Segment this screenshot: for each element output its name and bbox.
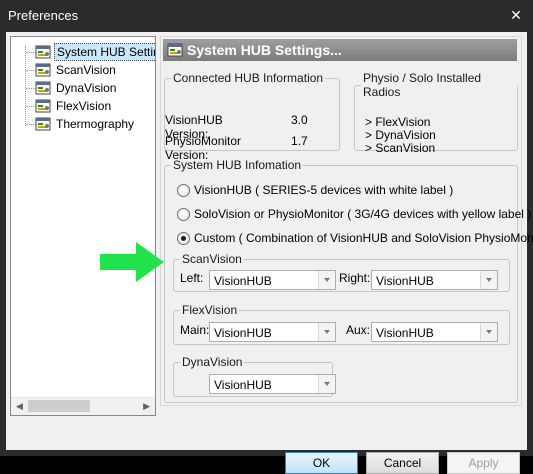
select-value: VisionHUB xyxy=(214,274,272,288)
tree-item-label: Thermography xyxy=(56,117,135,131)
tree-item-label: FlexVision xyxy=(56,99,112,113)
scanvision-group: ScanVision Left: VisionHUB Right: Vision… xyxy=(173,252,510,292)
chevron-down-icon[interactable] xyxy=(318,323,335,341)
scanvision-right-select[interactable]: VisionHUB xyxy=(371,270,498,290)
panel-title: System HUB Settings... xyxy=(187,42,342,58)
installed-radio-item: > DynaVision xyxy=(365,128,436,142)
settings-node-icon xyxy=(35,81,51,95)
flexvision-main-select[interactable]: VisionHUB xyxy=(209,322,336,342)
select-value: VisionHUB xyxy=(214,378,272,392)
ok-button[interactable]: OK xyxy=(285,452,358,474)
window-title: Preferences xyxy=(8,8,79,23)
chevron-down-icon[interactable] xyxy=(480,323,497,341)
flexvision-main-label: Main: xyxy=(180,323,210,337)
group-legend: Connected HUB Information xyxy=(173,71,324,85)
settings-panel: System HUB Settings... Connected HUB Inf… xyxy=(160,36,533,406)
chevron-down-icon[interactable] xyxy=(480,271,497,289)
group-legend: ScanVision xyxy=(182,252,242,266)
settings-node-icon xyxy=(167,43,183,57)
dynavision-select[interactable]: VisionHUB xyxy=(209,374,336,394)
tree-item-label: System HUB Settings xyxy=(54,43,155,61)
close-icon[interactable]: ✕ xyxy=(507,6,525,24)
physiomonitor-version-value: 1.7 xyxy=(291,134,308,148)
panel-header: System HUB Settings... xyxy=(163,39,517,61)
connected-hub-group: Connected HUB Information VisionHUB Vers… xyxy=(164,71,340,162)
group-legend: FlexVision xyxy=(182,303,238,317)
radio-label: SoloVision or PhysioMonitor ( 3G/4G devi… xyxy=(194,207,532,221)
chevron-down-icon[interactable] xyxy=(318,271,335,289)
green-arrow-icon xyxy=(100,242,164,282)
radio-selected-dot xyxy=(181,236,186,241)
select-value: VisionHUB xyxy=(214,326,272,340)
preferences-window: Preferences ✕ System HUB Settings ScanVi… xyxy=(0,0,533,474)
installed-radio-item: > ScanVision xyxy=(365,141,436,155)
group-legend: DynaVision xyxy=(182,355,243,369)
scrollbar-thumb[interactable] xyxy=(28,400,90,412)
title-bar: Preferences ✕ xyxy=(0,0,533,32)
scanvision-left-label: Left: xyxy=(180,271,204,285)
settings-node-icon xyxy=(35,63,51,77)
select-value: VisionHUB xyxy=(376,274,434,288)
group-legend: System HUB Infomation xyxy=(173,158,302,172)
radio-label: Custom ( Combination of VisionHUB and So… xyxy=(194,231,533,245)
scanvision-left-select[interactable]: VisionHUB xyxy=(209,270,336,290)
tree-connector xyxy=(25,46,26,126)
chevron-down-icon[interactable] xyxy=(318,375,335,393)
settings-node-icon xyxy=(35,45,51,59)
flexvision-group: FlexVision Main: VisionHUB Aux: VisionHU… xyxy=(173,303,510,345)
radio-circle[interactable] xyxy=(177,184,190,197)
flexvision-aux-select[interactable]: VisionHUB xyxy=(371,322,498,342)
apply-button[interactable]: Apply xyxy=(447,452,520,474)
select-value: VisionHUB xyxy=(376,326,434,340)
settings-node-icon xyxy=(35,99,51,113)
tree-item-label: ScanVision xyxy=(56,63,116,77)
installed-radios-group: Physio / Solo Installed Radios > FlexVis… xyxy=(354,71,518,155)
dynavision-group: DynaVision VisionHUB xyxy=(173,355,336,397)
radio-circle[interactable] xyxy=(177,208,190,221)
radio-circle[interactable] xyxy=(177,232,190,245)
scroll-right-icon[interactable]: ▶ xyxy=(143,401,150,412)
flexvision-aux-label: Aux: xyxy=(346,323,371,337)
visionhub-version-value: 3.0 xyxy=(291,113,308,127)
settings-tree[interactable]: System HUB Settings ScanVision DynaVisio… xyxy=(10,36,156,416)
settings-node-icon xyxy=(35,117,51,131)
cancel-button[interactable]: Cancel xyxy=(366,452,439,474)
scroll-left-icon[interactable]: ◀ xyxy=(16,401,23,412)
installed-radio-item: > FlexVision xyxy=(365,115,431,129)
dialog-body: System HUB Settings ScanVision DynaVisio… xyxy=(6,32,533,474)
scanvision-right-label: Right: xyxy=(339,271,371,285)
radio-label: VisionHUB ( SERIES-5 devices with white … xyxy=(194,183,454,197)
tree-horizontal-scrollbar[interactable]: ◀ ▶ xyxy=(11,397,155,415)
arrow-shape xyxy=(100,242,164,282)
tree-item-label: DynaVision xyxy=(56,81,117,95)
system-hub-info-group: System HUB Infomation VisionHUB ( SERIES… xyxy=(164,158,533,403)
group-legend: Physio / Solo Installed Radios xyxy=(363,71,482,99)
